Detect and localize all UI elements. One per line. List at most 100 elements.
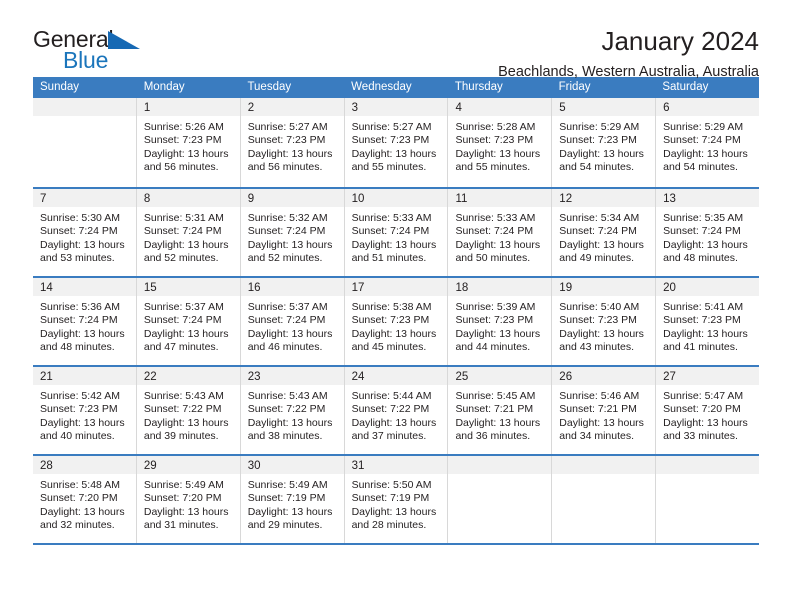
day-number-band: 4 bbox=[448, 98, 552, 116]
daylight-text-line2: and 31 minutes. bbox=[143, 519, 219, 532]
calendar-day-cell[interactable]: 17 Sunrise: 5:38 AM Sunset: 7:23 PM Dayligh… bbox=[344, 278, 449, 365]
day-number-band: 14 bbox=[33, 278, 136, 296]
sunrise-text: Sunrise: 5:46 AM bbox=[559, 390, 640, 402]
daylight-text-line1: Daylight: 13 hours bbox=[351, 147, 437, 160]
calendar-day-cell[interactable]: 16 Sunrise: 5:37 AM Sunset: 7:24 PM Dayligh… bbox=[240, 278, 345, 365]
day-details: Sunrise: 5:50 AM Sunset: 7:19 PM Daylight:… bbox=[345, 474, 448, 533]
daylight-text-line1: Daylight: 13 hours bbox=[559, 327, 644, 340]
daylight-text-line2: and 47 minutes. bbox=[143, 341, 219, 354]
daylight-text-line2: and 41 minutes. bbox=[663, 341, 738, 354]
calendar-day-cell[interactable]: 18 Sunrise: 5:39 AM Sunset: 7:23 PM Dayligh… bbox=[448, 278, 553, 365]
sunset-text: Sunset: 7:24 PM bbox=[247, 314, 326, 327]
day-number-band: 27 bbox=[656, 367, 760, 385]
day-number-band: 24 bbox=[344, 367, 448, 385]
calendar-day-cell[interactable]: 6 Sunrise: 5:29 AM Sunset: 7:24 PM Daylight… bbox=[656, 98, 760, 187]
day-details: Sunrise: 5:47 AM Sunset: 7:20 PM Daylight:… bbox=[656, 385, 759, 444]
sunrise-text: Sunrise: 5:26 AM bbox=[143, 121, 224, 133]
calendar-grid: Sunday Monday Tuesday Wednesday Thursday Frid… bbox=[33, 77, 760, 545]
daylight-text-line2: and 29 minutes. bbox=[247, 519, 323, 532]
daylight-text-line2: and 55 minutes. bbox=[351, 161, 427, 174]
sunset-text: Sunset: 7:23 PM bbox=[40, 403, 118, 416]
calendar-day-cell[interactable]: 7 Sunrise: 5:30 AM Sunset: 7:24 PM Daylight… bbox=[33, 189, 137, 276]
calendar-cell-empty bbox=[552, 456, 657, 543]
daylight-text-line1: Daylight: 13 hours bbox=[663, 238, 748, 251]
sunset-text: Sunset: 7:19 PM bbox=[351, 492, 430, 505]
daylight-text-line2: and 52 minutes. bbox=[143, 252, 219, 265]
calendar-day-cell[interactable]: 22 Sunrise: 5:43 AM Sunset: 7:22 PM Dayligh… bbox=[136, 367, 241, 454]
sunset-text: Sunset: 7:21 PM bbox=[559, 403, 637, 416]
daylight-text-line1: Daylight: 13 hours bbox=[143, 147, 229, 160]
daylight-text-line2: and 52 minutes. bbox=[247, 252, 323, 265]
sunrise-text: Sunrise: 5:43 AM bbox=[143, 390, 224, 402]
daylight-text-line2: and 34 minutes. bbox=[559, 430, 635, 443]
calendar-day-cell[interactable]: 9 Sunrise: 5:32 AM Sunset: 7:24 PM Daylight… bbox=[240, 189, 345, 276]
day-number-band: 25 bbox=[448, 367, 552, 385]
calendar-day-cell[interactable]: 11 Sunrise: 5:33 AM Sunset: 7:24 PM Dayligh… bbox=[448, 189, 553, 276]
sunrise-text: Sunrise: 5:38 AM bbox=[351, 301, 432, 313]
sunset-text: Sunset: 7:20 PM bbox=[143, 492, 222, 505]
sunrise-text: Sunrise: 5:32 AM bbox=[247, 212, 328, 224]
calendar-day-cell[interactable]: 8 Sunrise: 5:31 AM Sunset: 7:24 PM Daylight… bbox=[136, 189, 241, 276]
daylight-text-line1: Daylight: 13 hours bbox=[559, 147, 644, 160]
calendar-day-cell[interactable]: 23 Sunrise: 5:43 AM Sunset: 7:22 PM Dayligh… bbox=[240, 367, 345, 454]
calendar-day-cell[interactable]: 27 Sunrise: 5:47 AM Sunset: 7:20 PM Dayligh… bbox=[656, 367, 760, 454]
calendar-day-cell[interactable]: 24 Sunrise: 5:44 AM Sunset: 7:22 PM Dayligh… bbox=[344, 367, 449, 454]
calendar-day-cell[interactable]: 29 Sunrise: 5:49 AM Sunset: 7:20 PM Dayligh… bbox=[136, 456, 241, 543]
sunrise-text: Sunrise: 5:33 AM bbox=[455, 212, 536, 224]
calendar-day-cell[interactable]: 25 Sunrise: 5:45 AM Sunset: 7:21 PM Dayligh… bbox=[448, 367, 553, 454]
day-number: 26 bbox=[559, 371, 573, 383]
day-number-band bbox=[448, 456, 552, 474]
day-details: Sunrise: 5:46 AM Sunset: 7:21 PM Daylight:… bbox=[552, 385, 655, 444]
calendar-day-cell[interactable]: 15 Sunrise: 5:37 AM Sunset: 7:24 PM Dayligh… bbox=[136, 278, 241, 365]
daylight-text-line1: Daylight: 13 hours bbox=[40, 327, 125, 340]
sunset-text: Sunset: 7:23 PM bbox=[559, 314, 637, 327]
calendar-day-cell[interactable]: 1 Sunrise: 5:26 AM Sunset: 7:23 PM Daylight… bbox=[136, 98, 241, 187]
calendar-weeks: 1 Sunrise: 5:26 AM Sunset: 7:23 PM Daylight… bbox=[33, 98, 760, 543]
calendar-day-cell[interactable]: 21 Sunrise: 5:42 AM Sunset: 7:23 PM Dayligh… bbox=[33, 367, 137, 454]
calendar-day-cell[interactable]: 2 Sunrise: 5:27 AM Sunset: 7:23 PM Daylight… bbox=[240, 98, 345, 187]
day-details: Sunrise: 5:33 AM Sunset: 7:24 PM Daylight:… bbox=[448, 207, 551, 266]
daylight-text-line1: Daylight: 13 hours bbox=[247, 505, 333, 518]
day-number-band: 8 bbox=[136, 189, 240, 207]
calendar-day-cell[interactable]: 19 Sunrise: 5:40 AM Sunset: 7:23 PM Dayligh… bbox=[552, 278, 657, 365]
calendar-day-cell[interactable]: 14 Sunrise: 5:36 AM Sunset: 7:24 PM Dayligh… bbox=[33, 278, 137, 365]
daylight-text-line2: and 36 minutes. bbox=[455, 430, 531, 443]
day-details: Sunrise: 5:30 AM Sunset: 7:24 PM Daylight:… bbox=[33, 207, 136, 266]
calendar-day-cell[interactable]: 13 Sunrise: 5:35 AM Sunset: 7:24 PM Dayligh… bbox=[656, 189, 760, 276]
calendar-day-cell[interactable]: 26 Sunrise: 5:46 AM Sunset: 7:21 PM Dayligh… bbox=[552, 367, 657, 454]
calendar-day-cell[interactable]: 28 Sunrise: 5:48 AM Sunset: 7:20 PM Dayligh… bbox=[33, 456, 137, 543]
sunrise-text: Sunrise: 5:37 AM bbox=[143, 301, 224, 313]
sunset-text: Sunset: 7:23 PM bbox=[455, 134, 534, 147]
daylight-text-line1: Daylight: 13 hours bbox=[247, 327, 333, 340]
calendar-week-row: 28 Sunrise: 5:48 AM Sunset: 7:20 PM Dayligh… bbox=[33, 454, 760, 543]
title-block: January 2024 Beachlands, Western Austral… bbox=[498, 27, 759, 80]
daylight-text-line2: and 44 minutes. bbox=[455, 341, 531, 354]
day-number: 10 bbox=[351, 193, 365, 205]
day-details: Sunrise: 5:35 AM Sunset: 7:24 PM Daylight:… bbox=[656, 207, 759, 266]
calendar-day-cell[interactable]: 30 Sunrise: 5:49 AM Sunset: 7:19 PM Dayligh… bbox=[240, 456, 345, 543]
calendar-day-cell[interactable]: 10 Sunrise: 5:33 AM Sunset: 7:24 PM Dayligh… bbox=[344, 189, 449, 276]
day-number-band: 21 bbox=[33, 367, 136, 385]
general-blue-logo[interactable]: General Blue bbox=[33, 28, 153, 78]
day-number: 19 bbox=[559, 282, 573, 294]
daylight-text-line1: Daylight: 13 hours bbox=[247, 416, 333, 429]
day-number-band: 9 bbox=[240, 189, 344, 207]
sunset-text: Sunset: 7:22 PM bbox=[143, 403, 222, 416]
daylight-text-line2: and 48 minutes. bbox=[663, 252, 738, 265]
day-number-band: 13 bbox=[656, 189, 760, 207]
day-number: 3 bbox=[351, 102, 358, 114]
daylight-text-line2: and 55 minutes. bbox=[455, 161, 531, 174]
calendar-day-cell[interactable]: 20 Sunrise: 5:41 AM Sunset: 7:23 PM Dayligh… bbox=[656, 278, 760, 365]
day-number: 25 bbox=[455, 371, 469, 383]
calendar-day-cell[interactable]: 5 Sunrise: 5:29 AM Sunset: 7:23 PM Daylight… bbox=[552, 98, 657, 187]
calendar-day-cell[interactable]: 3 Sunrise: 5:27 AM Sunset: 7:23 PM Daylight… bbox=[344, 98, 449, 187]
calendar-day-cell[interactable]: 31 Sunrise: 5:50 AM Sunset: 7:19 PM Dayligh… bbox=[344, 456, 449, 543]
sunrise-text: Sunrise: 5:44 AM bbox=[351, 390, 432, 402]
day-number: 24 bbox=[351, 371, 365, 383]
daylight-text-line1: Daylight: 13 hours bbox=[455, 238, 541, 251]
weekday-header-row: Sunday Monday Tuesday Wednesday Thursday Frid… bbox=[33, 77, 759, 98]
calendar-day-cell[interactable]: 4 Sunrise: 5:28 AM Sunset: 7:23 PM Daylight… bbox=[448, 98, 553, 187]
weekday-header-sunday: Sunday bbox=[40, 81, 80, 93]
calendar-day-cell[interactable]: 12 Sunrise: 5:34 AM Sunset: 7:24 PM Dayligh… bbox=[552, 189, 657, 276]
day-number-band bbox=[33, 98, 136, 116]
